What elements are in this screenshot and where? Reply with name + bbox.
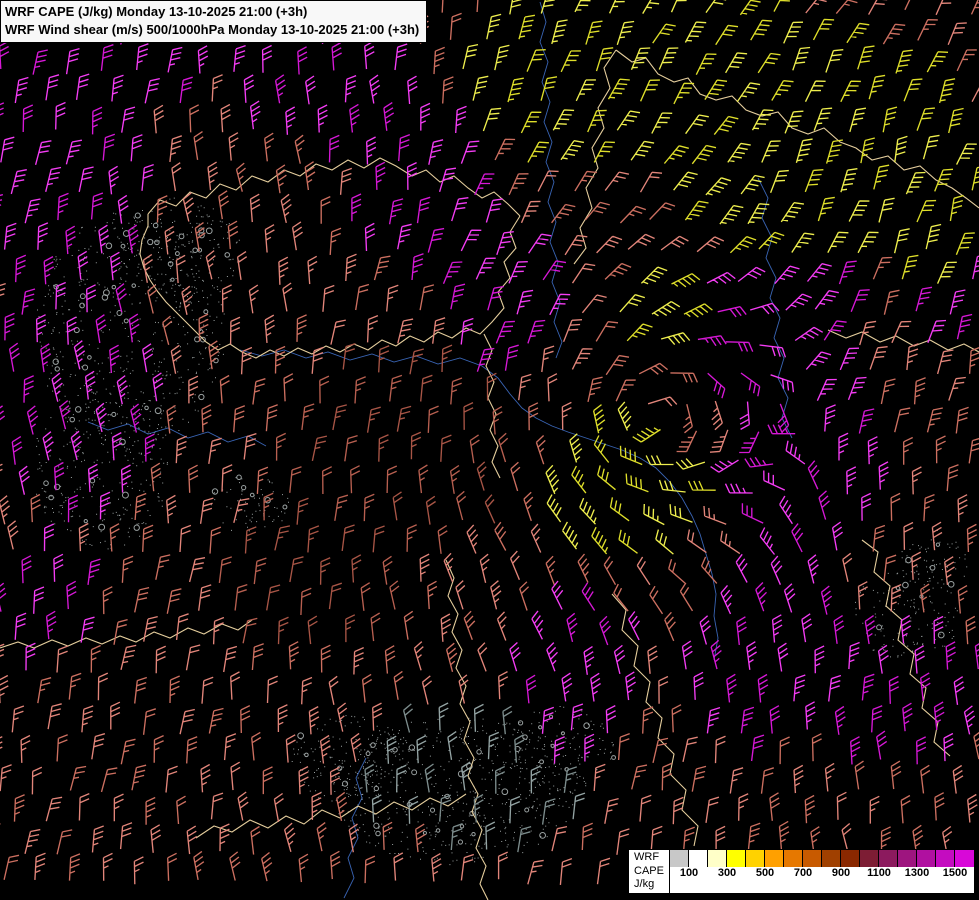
legend-color-cell	[689, 850, 708, 867]
map-canvas	[0, 0, 979, 900]
map-title-overlay: WRF CAPE (J/kg) Monday 13-10-2025 21:00 …	[0, 0, 427, 43]
shear-title: WRF Wind shear (m/s) 500/1000hPa Monday …	[5, 21, 419, 39]
legend-tick-label: 500	[756, 867, 774, 879]
weather-map-screen: WRF CAPE (J/kg) Monday 13-10-2025 21:00 …	[0, 0, 979, 900]
legend-color-cell	[784, 850, 803, 867]
legend-color-cell	[822, 850, 841, 867]
legend-tick-labels: 100 300 500 700 900 1100 1300 1500	[670, 867, 974, 882]
legend-color-cell	[765, 850, 784, 867]
legend-tick-label: 100	[680, 867, 698, 879]
legend-tick-label: 700	[794, 867, 812, 879]
cape-legend: WRF CAPE J/kg 100 300 500 700 900 1100 1300 150…	[628, 849, 975, 894]
legend-title-line: CAPE	[634, 865, 664, 879]
legend-color-cell	[917, 850, 936, 867]
legend-color-cell	[860, 850, 879, 867]
legend-color-cell	[803, 850, 822, 867]
legend-color-cell	[898, 850, 917, 867]
legend-body: 100 300 500 700 900 1100 1300 1500	[670, 850, 974, 893]
legend-title-line: WRF	[634, 851, 664, 865]
legend-color-cell	[936, 850, 955, 867]
legend-title: WRF CAPE J/kg	[629, 850, 670, 893]
legend-tick-label: 1500	[943, 867, 967, 879]
legend-tick-label: 900	[832, 867, 850, 879]
legend-color-cell	[841, 850, 860, 867]
cape-title: WRF CAPE (J/kg) Monday 13-10-2025 21:00 …	[5, 3, 419, 21]
legend-tick-label: 1100	[867, 867, 891, 879]
legend-title-line: J/kg	[634, 878, 664, 892]
legend-color-cell	[746, 850, 765, 867]
legend-color-bar	[670, 850, 974, 867]
legend-color-cell	[708, 850, 727, 867]
legend-color-cell	[670, 850, 689, 867]
legend-tick-label: 1300	[905, 867, 929, 879]
legend-color-cell	[955, 850, 974, 867]
legend-color-cell	[879, 850, 898, 867]
legend-tick-label: 300	[718, 867, 736, 879]
legend-color-cell	[727, 850, 746, 867]
